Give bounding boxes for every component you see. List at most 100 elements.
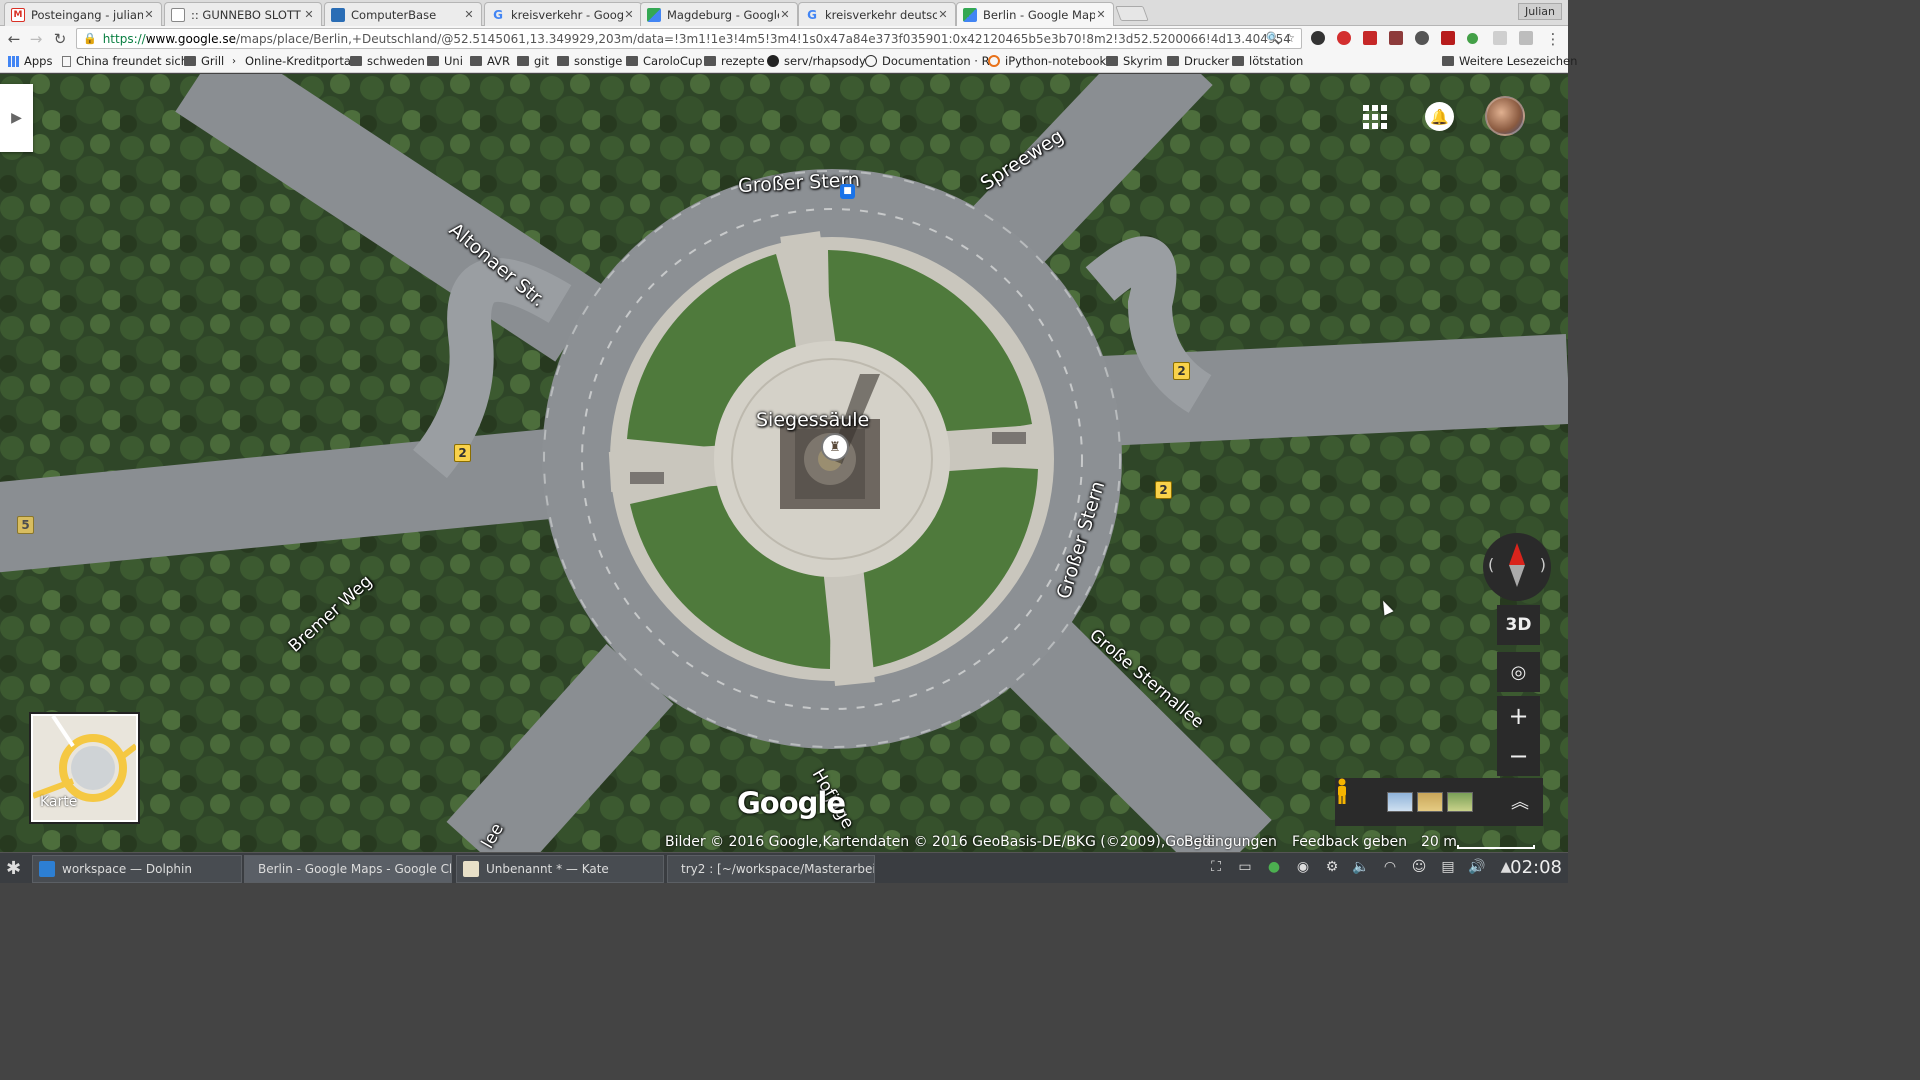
- bookmark-folder[interactable]: Drucker: [1167, 54, 1229, 68]
- updates-icon[interactable]: ⚙: [1323, 859, 1341, 877]
- kde-launcher-icon[interactable]: ✱: [6, 858, 21, 879]
- my-location-button[interactable]: ◎: [1497, 652, 1540, 692]
- chevron-icon: ›: [232, 56, 236, 67]
- rotate-left-icon[interactable]: (: [1488, 555, 1494, 574]
- zoom-in-button[interactable]: +: [1497, 696, 1540, 736]
- bookmark-folder[interactable]: sonstige: [557, 54, 622, 68]
- folder-icon: [184, 56, 196, 66]
- tab-kreisverkehr-de[interactable]: G kreisverkehr deutschl ✕: [798, 2, 956, 26]
- map-pin-icon[interactable]: ●: [1265, 859, 1283, 877]
- scale-bar: [1457, 845, 1535, 849]
- rotate-right-icon[interactable]: ): [1540, 555, 1546, 574]
- tab-berlin-maps[interactable]: Berlin - Google Maps ✕: [956, 2, 1114, 26]
- extension-icon[interactable]: [1467, 33, 1478, 44]
- scale-label[interactable]: 20 m: [1421, 834, 1457, 850]
- close-icon[interactable]: ✕: [463, 8, 475, 21]
- bookmark-folder[interactable]: Grill: [184, 54, 224, 68]
- close-icon[interactable]: ✕: [1095, 8, 1107, 21]
- folder-icon: [1232, 56, 1244, 66]
- bookmark-item[interactable]: Documentation · R: [865, 54, 990, 68]
- back-icon[interactable]: ←: [4, 29, 24, 49]
- close-icon[interactable]: ✕: [937, 8, 949, 21]
- reload-icon[interactable]: ↻: [50, 29, 70, 49]
- bookmark-item[interactable]: › Online-Kreditportal: [232, 54, 354, 68]
- screenshot-icon[interactable]: ⛶: [1207, 859, 1225, 877]
- bookmark-star-icon[interactable]: ☆: [1284, 31, 1295, 45]
- extension-icon[interactable]: [1519, 31, 1533, 45]
- feedback-link[interactable]: Feedback geben: [1292, 834, 1407, 850]
- close-icon[interactable]: ✕: [303, 8, 315, 21]
- tab-kreisverkehr[interactable]: G kreisverkehr - Google ✕: [484, 2, 642, 26]
- bookmark-item[interactable]: China freundet sich: [62, 54, 188, 68]
- close-icon[interactable]: ✕: [623, 8, 635, 21]
- zoom-out-button[interactable]: −: [1497, 736, 1540, 776]
- speaker-icon[interactable]: 🔊: [1468, 859, 1486, 877]
- adblock-icon[interactable]: [1337, 31, 1351, 45]
- extension-icon[interactable]: [1493, 31, 1507, 45]
- lock-icon: 🔒: [83, 32, 97, 45]
- imagery-thumbnail[interactable]: [1387, 792, 1413, 812]
- 3d-toggle-button[interactable]: 3D: [1497, 605, 1540, 645]
- clipboard-icon[interactable]: ▤: [1439, 859, 1457, 877]
- monument-pin-icon[interactable]: ♜: [821, 433, 849, 461]
- tab-computerbase[interactable]: ComputerBase ✕: [324, 2, 482, 26]
- bookmark-folder[interactable]: lötstation: [1232, 54, 1303, 68]
- map-canvas[interactable]: Großer Stern Spreeweg Altonaer Str. Groß…: [0, 74, 1568, 852]
- forward-icon[interactable]: →: [26, 29, 46, 49]
- bus-stop-icon[interactable]: ■: [840, 184, 855, 199]
- avatar[interactable]: [1485, 96, 1525, 136]
- place-label[interactable]: Siegessäule: [756, 409, 869, 431]
- gmail-icon: M: [11, 7, 25, 22]
- close-icon[interactable]: ✕: [143, 8, 155, 21]
- folder-icon: [626, 56, 638, 66]
- task-dolphin[interactable]: workspace — Dolphin: [32, 855, 242, 883]
- extension-icon[interactable]: [1389, 31, 1403, 45]
- task-kate[interactable]: Unbenannt * — Kate: [456, 855, 664, 883]
- menu-icon[interactable]: ⋮: [1543, 29, 1563, 49]
- imagery-thumbnail[interactable]: [1417, 792, 1443, 812]
- bookmark-folder[interactable]: schweden: [350, 54, 425, 68]
- pegman-icon[interactable]: [1335, 778, 1349, 804]
- wifi-icon[interactable]: ◠: [1381, 859, 1399, 877]
- google-icon: G: [807, 7, 817, 22]
- map-layer-toggle[interactable]: Karte: [29, 712, 140, 824]
- browser-toolbar: ← → ↻ 🔒 https://www.google.se/maps/place…: [0, 26, 1568, 51]
- bookmark-folder[interactable]: Skyrim: [1106, 54, 1162, 68]
- side-panel-toggle[interactable]: ▶: [0, 84, 33, 152]
- compass-control[interactable]: ( ): [1483, 533, 1551, 601]
- bookmark-folder[interactable]: AVR: [470, 54, 510, 68]
- bookmark-folder[interactable]: rezepte: [704, 54, 765, 68]
- bookmark-item[interactable]: iPython-notebook: [988, 54, 1106, 68]
- bookmark-folder[interactable]: Uni: [427, 54, 463, 68]
- zoom-icon[interactable]: 🔍: [1265, 31, 1280, 45]
- google-apps-icon[interactable]: [1363, 105, 1387, 129]
- chrome-icon[interactable]: ◉: [1294, 859, 1312, 877]
- task-chrome[interactable]: Berlin - Google Maps - Google Chrom: [244, 855, 452, 883]
- other-bookmarks[interactable]: Weitere Lesezeichen: [1442, 54, 1577, 68]
- clock[interactable]: 02:08: [1510, 857, 1562, 878]
- volume-icon[interactable]: 🔈: [1352, 859, 1370, 877]
- bookmark-folder[interactable]: git: [517, 54, 549, 68]
- bookmark-item[interactable]: serv/rhapsody: [767, 54, 866, 68]
- imagery-thumbnail[interactable]: [1447, 792, 1473, 812]
- bookmark-apps[interactable]: Apps: [8, 54, 52, 68]
- tab-gunnebo[interactable]: :: GUNNEBO SLOTT O ✕: [164, 2, 322, 26]
- new-tab-button[interactable]: [1115, 6, 1149, 21]
- battery-icon[interactable]: ▭: [1236, 859, 1254, 877]
- close-icon[interactable]: ✕: [779, 8, 791, 21]
- bookmark-folder[interactable]: CaroloCup: [626, 54, 702, 68]
- extension-icon[interactable]: [1363, 31, 1377, 45]
- chevron-up-icon[interactable]: ︽: [1511, 788, 1529, 814]
- address-bar[interactable]: 🔒 https://www.google.se/maps/place/Berli…: [76, 28, 1302, 49]
- terms-link[interactable]: Bedingungen: [1184, 834, 1277, 850]
- notifications-bell-icon[interactable]: 🔔: [1425, 102, 1454, 131]
- user-icon[interactable]: ☺: [1410, 859, 1428, 877]
- extension-icon[interactable]: [1415, 31, 1429, 45]
- profile-button[interactable]: Julian: [1517, 3, 1562, 20]
- task-terminal[interactable]: try2 : [~/workspace/Masterarbeit/co: [667, 855, 875, 883]
- extension-icon[interactable]: [1441, 31, 1455, 45]
- tab-gmail[interactable]: M Posteingang - julian.s ✕: [4, 2, 162, 26]
- extension-icon[interactable]: [1311, 31, 1325, 45]
- tab-magdeburg[interactable]: Magdeburg - Google M ✕: [640, 2, 798, 26]
- location-target-icon: ◎: [1510, 661, 1527, 683]
